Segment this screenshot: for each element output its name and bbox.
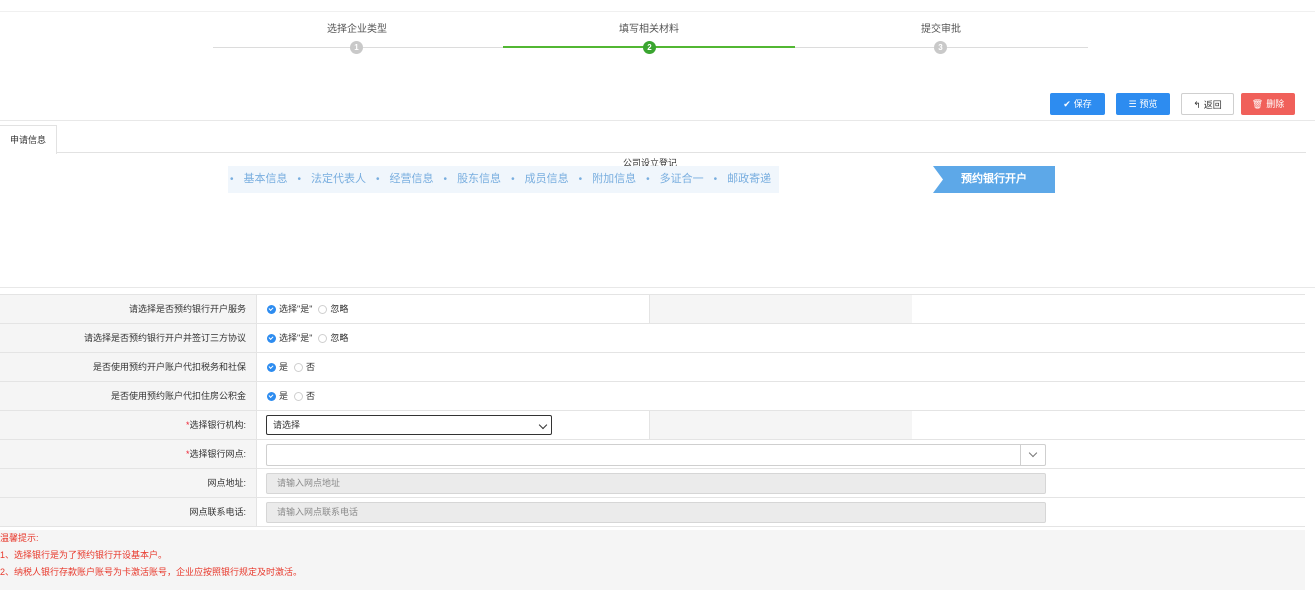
section-divider [0,287,1315,288]
radio-checked-icon[interactable] [267,362,276,372]
flow-separator-dot: • [443,174,448,185]
tab-application-info[interactable]: 申请信息 [0,125,57,154]
flow-separator-dot: • [297,174,302,185]
save-button[interactable]: ✔ 保存 [1050,93,1105,115]
chevron-down-icon[interactable] [1020,445,1045,465]
form-row-branch-phone: 网点联系电话: 请输入网点联系电话 [0,498,1305,527]
select-value: 请选择 [273,420,301,430]
check-icon: ✔ [1063,99,1071,109]
tips-line-2: 2、纳税人银行存款账户账号为卡激活账号，企业应按照银行规定及时激活。 [0,567,303,577]
flow-separator-dot: • [230,174,234,185]
field-label: 是否使用预约开户账户代扣税务和社保 [0,353,257,381]
field-label: 请选择是否预约银行开户并签订三方协议 [0,324,257,352]
tips-title: 温馨提示: [0,533,39,543]
form-row-bank-institution: *选择银行机构: 请选择 [0,411,1305,440]
field-label: *选择银行机构: [0,411,257,439]
option-yes: 选择"是" [279,304,313,314]
option-ignore: 忽略 [330,304,349,314]
option-yes: 选择"是" [279,333,313,343]
housing-fund-radio-group[interactable]: 是 否 [267,382,315,410]
radio-unchecked-icon[interactable] [318,333,328,343]
save-label: 保存 [1073,99,1092,109]
flow-item-basic-info[interactable]: 基本信息 [236,166,296,193]
flow-item-member-info[interactable]: 成员信息 [517,166,577,193]
option-no: 否 [306,362,316,372]
form-flow-nav: • 基本信息 • 法定代表人 • 经营信息 • 股东信息 • 成员信息 • 附加… [228,166,780,193]
radio-unchecked-icon[interactable] [294,391,304,401]
form-row-bank-service: 请选择是否预约银行开户服务 选择"是" 忽略 [0,295,1305,324]
bank-service-radio-group[interactable]: 选择"是" 忽略 [267,295,348,323]
empty-cell [649,295,913,323]
step-1-number: 1 [350,41,363,54]
progress-stepper: 选择企业类型 1 填写相关材料 2 提交审批 3 [0,0,1315,70]
flow-item-shareholder-info[interactable]: 股东信息 [449,166,509,193]
empty-cell [912,411,1305,439]
radio-unchecked-icon[interactable] [318,304,328,314]
reply-arrow-icon: ↰ [1193,100,1201,110]
field-label-text: 选择银行机构: [189,420,246,430]
form-row-tripartite: 请选择是否预约银行开户并签订三方协议 选择"是" 忽略 [0,324,1305,353]
step-1-title: 选择企业类型 [327,24,387,35]
chevron-down-icon [538,420,548,430]
flow-separator-dot: • [511,174,515,185]
field-label-text: 选择银行网点: [189,449,246,459]
preview-label: 预览 [1139,99,1158,109]
step-2-title: 填写相关材料 [619,24,679,35]
flow-separator-dot: • [578,174,583,185]
flow-item-additional-info[interactable]: 附加信息 [584,166,644,193]
branch-address-input[interactable]: 请输入网点地址 [266,473,1046,494]
flow-separator-dot: • [713,174,718,185]
bank-institution-select[interactable]: 请选择 [266,415,552,435]
delete-button[interactable]: 🗑 删除 [1241,93,1295,115]
radio-checked-icon[interactable] [267,333,276,343]
field-label: 网点联系电话: [0,498,257,526]
flow-item-legal-rep[interactable]: 法定代表人 [303,166,374,193]
form-row-tax-deduction: 是否使用预约开户账户代扣税务和社保 是 否 [0,353,1305,382]
delete-label: 删除 [1266,99,1285,109]
form-row-bank-branch: *选择银行网点: [0,440,1305,469]
back-label: 返回 [1203,100,1222,110]
bank-branch-combobox[interactable] [266,444,1046,466]
tips-panel: 温馨提示: 1、选择银行是为了预约银行开设基本户。 2、纳税人银行存款账户账号为… [0,530,1305,590]
flow-separator-dot: • [376,174,380,185]
tips-line-1: 1、选择银行是为了预约银行开设基本户。 [0,550,168,560]
radio-checked-icon[interactable] [267,391,276,401]
form-row-housing-fund: 是否使用预约账户代扣住房公积金 是 否 [0,382,1305,411]
option-yes: 是 [279,362,289,372]
empty-cell [649,411,913,439]
step-2-number: 2 [643,41,656,54]
flow-item-business-info[interactable]: 经营信息 [382,166,442,193]
step-3-number: 3 [934,41,947,54]
empty-cell [912,295,1305,323]
field-label: 请选择是否预约银行开户服务 [0,295,257,323]
tab-underline [56,152,1306,153]
option-ignore: 忽略 [330,333,349,343]
field-label: 是否使用预约账户代扣住房公积金 [0,382,257,410]
option-no: 否 [306,391,316,401]
field-label: *选择银行网点: [0,440,257,468]
tax-deduction-radio-group[interactable]: 是 否 [267,353,315,381]
field-label: 网点地址: [0,469,257,497]
branch-phone-input[interactable]: 请输入网点联系电话 [266,502,1046,523]
tripartite-radio-group[interactable]: 选择"是" 忽略 [267,324,348,352]
form-row-branch-address: 网点地址: 请输入网点地址 [0,469,1305,498]
step-3-title: 提交审批 [921,24,961,35]
flow-item-bank-appointment[interactable]: 预约银行开户 [933,166,1055,193]
toolbar-divider [0,120,1315,121]
radio-unchecked-icon[interactable] [294,362,304,372]
preview-button[interactable]: ☰ 预览 [1116,93,1170,115]
option-yes: 是 [279,391,289,401]
flow-item-postal[interactable]: 邮政寄递 [719,166,779,193]
flow-separator-dot: • [646,174,650,185]
radio-checked-icon[interactable] [267,304,276,314]
list-icon: ☰ [1128,99,1137,109]
bank-appointment-form: 请选择是否预约银行开户服务 选择"是" 忽略 请选择是否预约银行开户并签订三方协… [0,294,1305,527]
flow-item-multi-cert[interactable]: 多证合一 [652,166,712,193]
back-button[interactable]: ↰ 返回 [1181,93,1234,115]
trash-icon: 🗑 [1251,99,1264,109]
